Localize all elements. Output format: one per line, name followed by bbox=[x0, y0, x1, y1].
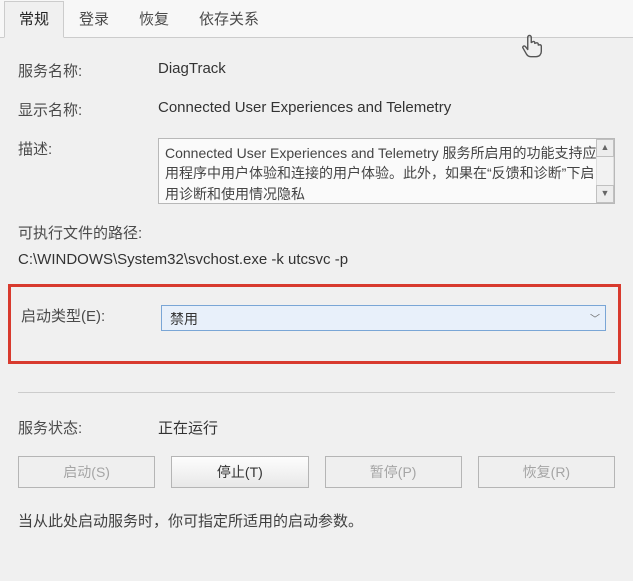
start-button: 启动(S) bbox=[18, 456, 155, 488]
row-startup-type: 启动类型(E): 禁用 ﹀ bbox=[21, 305, 606, 331]
tab-logon[interactable]: 登录 bbox=[64, 1, 124, 38]
chevron-up-icon: ▲ bbox=[601, 141, 610, 154]
scrollbar-track[interactable] bbox=[596, 157, 614, 185]
value-service-name: DiagTrack bbox=[158, 60, 615, 77]
row-display-name: 显示名称: Connected User Experiences and Tel… bbox=[18, 99, 615, 120]
value-exe-path: C:\WINDOWS\System32\svchost.exe -k utcsv… bbox=[18, 251, 615, 268]
resume-button: 恢复(R) bbox=[478, 456, 615, 488]
row-description: 描述: Connected User Experiences and Telem… bbox=[18, 138, 615, 204]
value-display-name: Connected User Experiences and Telemetry bbox=[158, 99, 615, 116]
chevron-down-icon: ▼ bbox=[601, 187, 610, 200]
tab-general[interactable]: 常规 bbox=[4, 1, 64, 38]
section-divider bbox=[18, 392, 615, 393]
scroll-down-button[interactable]: ▼ bbox=[596, 185, 614, 203]
row-service-name: 服务名称: DiagTrack bbox=[18, 60, 615, 81]
tab-recovery[interactable]: 恢复 bbox=[124, 1, 184, 38]
tab-bar: 常规 登录 恢复 依存关系 bbox=[0, 0, 633, 38]
row-exe-path-label: 可执行文件的路径: bbox=[18, 222, 615, 243]
startup-params-note: 当从此处启动服务时，你可指定所适用的启动参数。 bbox=[18, 510, 615, 531]
pause-button: 暂停(P) bbox=[325, 456, 462, 488]
scroll-up-button[interactable]: ▲ bbox=[596, 139, 614, 157]
startup-type-combo-wrapper: 禁用 ﹀ bbox=[161, 305, 606, 331]
label-service-name: 服务名称: bbox=[18, 60, 158, 81]
startup-type-combobox[interactable]: 禁用 bbox=[161, 305, 606, 331]
label-display-name: 显示名称: bbox=[18, 99, 158, 120]
value-service-status: 正在运行 bbox=[158, 417, 615, 438]
description-text: Connected User Experiences and Telemetry… bbox=[165, 145, 597, 202]
stop-button[interactable]: 停止(T) bbox=[171, 456, 308, 488]
service-properties-dialog: 常规 登录 恢复 依存关系 服务名称: DiagTrack 显示名称: Conn… bbox=[0, 0, 633, 581]
startup-type-highlight: 启动类型(E): 禁用 ﹀ bbox=[8, 284, 621, 364]
label-exe-path: 可执行文件的路径: bbox=[18, 222, 142, 243]
label-startup-type: 启动类型(E): bbox=[21, 305, 161, 326]
label-service-status: 服务状态: bbox=[18, 417, 158, 438]
row-service-status: 服务状态: 正在运行 bbox=[18, 417, 615, 438]
label-description: 描述: bbox=[18, 138, 158, 159]
tab-dependencies[interactable]: 依存关系 bbox=[184, 1, 274, 38]
service-control-buttons: 启动(S) 停止(T) 暂停(P) 恢复(R) bbox=[18, 456, 615, 488]
description-textbox[interactable]: Connected User Experiences and Telemetry… bbox=[158, 138, 615, 204]
general-panel: 服务名称: DiagTrack 显示名称: Connected User Exp… bbox=[0, 38, 633, 531]
